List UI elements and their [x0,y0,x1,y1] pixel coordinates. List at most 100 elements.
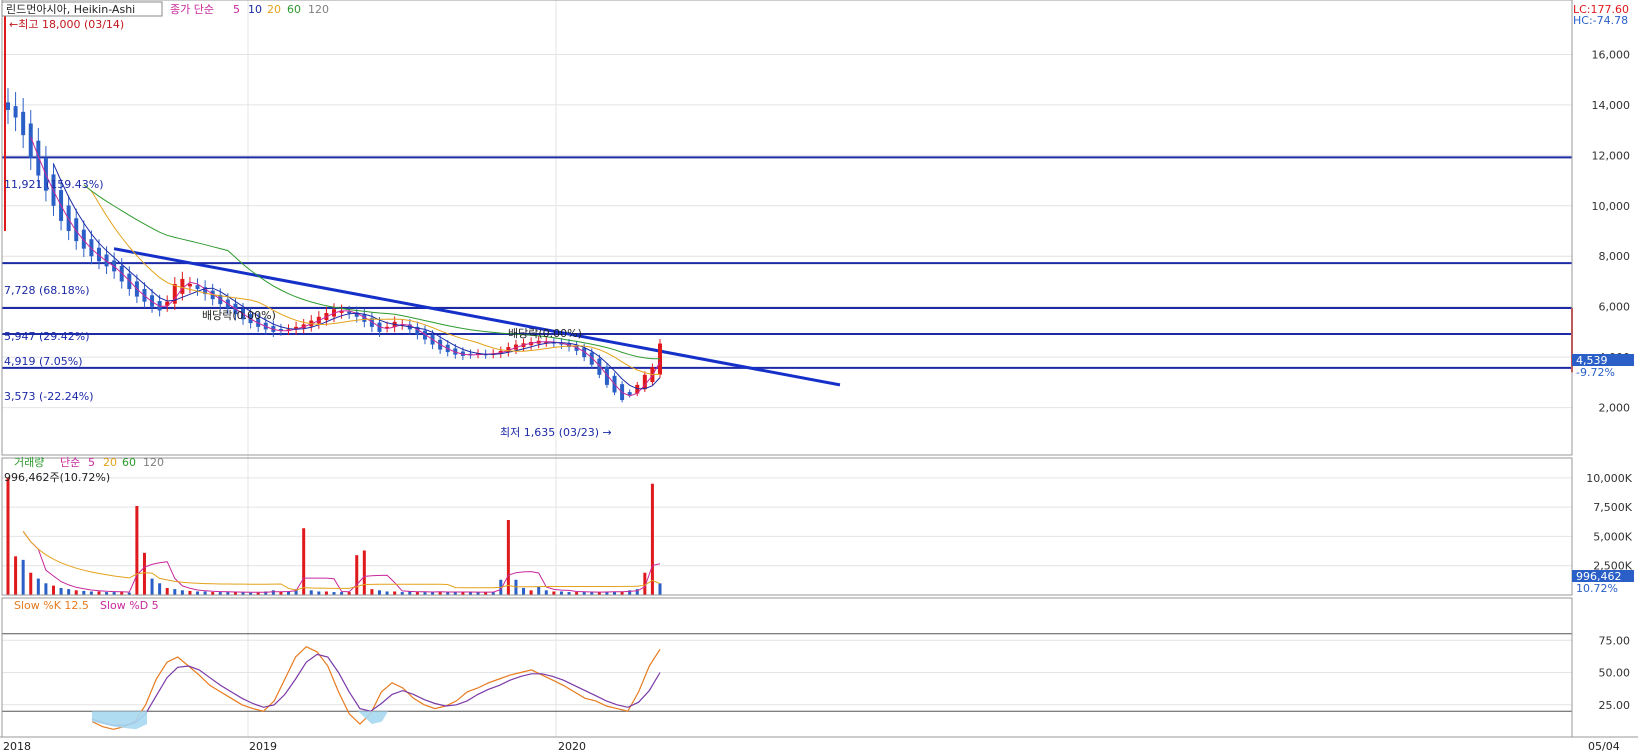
stoch-tick-label: 50.00 [1599,667,1631,680]
volume-bar [537,586,541,595]
dividend-label-1: 배당락(0.00%) [202,309,276,322]
volume-title: 거래량 [14,456,44,469]
low-annotation: 최저 1,635 (03/23) → [500,426,612,439]
ma-prefix: 종가 단순 [170,3,214,16]
volume-bar [165,587,169,595]
candle-body [347,311,352,314]
ma-period-10: 10 [248,3,262,16]
volume-bar [51,585,55,595]
stoch-k-title: Slow %K 12.5 [14,599,89,612]
ma-period-5: 5 [233,3,240,16]
level-label-4919: 4,919 (7.05%) [4,355,83,368]
volume-bar [658,583,662,595]
stoch-tick-label: 75.00 [1599,634,1631,647]
volume-bar [97,591,101,595]
volume-ma-prefix: 단순 [60,456,80,469]
x-label-2018: 2018 [3,740,31,753]
volume-bar [650,483,654,595]
price-tick-label: 16,000 [1592,48,1631,61]
stock-chart: 2,0004,0006,0008,00010,00012,00014,00016… [0,0,1638,756]
price-tick-label: 14,000 [1592,99,1631,112]
volume-bar [377,590,381,595]
price-title: 린드먼아시아, Heikin-Ashi [6,3,135,16]
volume-bar [271,590,275,595]
volume-bar [29,572,33,595]
x-label-right: 05/04 [1588,740,1620,753]
volume-bar [173,589,177,595]
volume-bar [552,591,556,595]
candle-body [127,273,132,290]
volume-right-pct: 10.72% [1576,582,1618,595]
hc-label: HC:-74.78 [1573,14,1628,27]
volume-bar [158,583,162,595]
price-tick-label: 6,000 [1599,301,1631,314]
level-label-5947: 5,947 (29.42%) [4,330,90,343]
volume-bar [150,578,154,595]
volume-tick-label: 10,000K [1586,472,1632,485]
volume-ma-5: 5 [88,456,95,469]
level-label-7728: 7,728 (68.18%) [4,284,90,297]
candle-body [180,278,185,294]
volume-bar [59,587,63,595]
volume-bar [196,591,200,595]
volume-bar [6,477,10,595]
volume-bar [302,528,306,595]
candle-body [36,140,41,176]
volume-bar [309,590,313,595]
candle-body [13,106,18,118]
volume-bar [544,590,548,595]
candle-body [6,102,10,110]
volume-bar [324,591,328,595]
volume-bar [355,555,359,595]
volume-tick-label: 7,500K [1593,501,1632,514]
volume-bar [44,583,48,595]
volume-tick-label: 5,000K [1593,530,1632,543]
volume-bar [506,520,510,595]
volume-bar [522,587,526,595]
x-label-2020: 2020 [558,740,586,753]
candle-body [195,285,200,290]
dividend-label-2: 배당락(0.00%) [508,327,582,340]
volume-current-label: 996,462주(10.72%) [4,471,110,484]
volume-bar [89,591,93,595]
current-change: -9.72% [1576,366,1615,379]
level-label-11921: 11,921 (159.43%) [4,178,104,191]
volume-bar [142,552,146,595]
volume-bar [14,556,18,595]
volume-bar [203,591,207,595]
volume-bar [408,591,412,595]
volume-ma-60: 60 [122,456,136,469]
volume-ma-120: 120 [143,456,164,469]
volume-bar [529,590,533,595]
volume-bar [21,559,25,595]
ma-period-60: 60 [287,3,301,16]
stoch-d-title: Slow %D 5 [100,599,159,612]
level-label-3573: 3,573 (-22.24%) [4,390,93,403]
volume-bar [82,590,86,595]
price-tick-label: 2,000 [1599,402,1631,415]
price-tick-label: 8,000 [1599,250,1631,263]
ma-period-120: 120 [308,3,329,16]
high-annotation: ←최고 18,000 (03/14) [9,18,124,31]
volume-bar [74,590,78,595]
volume-bar [67,589,71,595]
stoch-tick-label: 25.00 [1599,699,1631,712]
candle-body [187,283,192,287]
volume-bar [559,591,563,595]
chart-window: 2,0004,0006,0008,00010,00012,00014,00016… [0,0,1638,756]
ma-period-20: 20 [267,3,281,16]
volume-bar [317,591,321,595]
volume-bar [362,550,366,595]
price-tick-label: 10,000 [1592,200,1631,213]
volume-bar [36,578,40,595]
volume-bar [385,591,389,595]
candle-body [21,111,26,136]
volume-bar [135,505,139,595]
price-tick-label: 12,000 [1592,149,1631,162]
volume-ma-20: 20 [103,456,117,469]
volume-bar [180,590,184,595]
volume-bar [393,591,397,595]
candle-body [627,392,632,395]
x-label-2019: 2019 [249,740,277,753]
volume-bar [370,589,374,595]
